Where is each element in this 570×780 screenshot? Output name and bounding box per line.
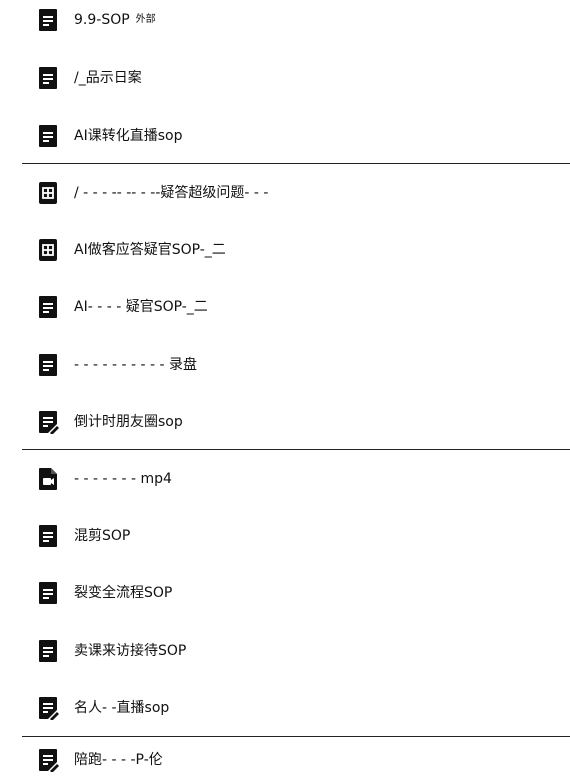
doc-icon (36, 639, 60, 663)
divider (22, 449, 570, 450)
doc-icon (36, 524, 60, 548)
doc-pen-icon (36, 748, 60, 772)
file-name: 混剪SOP (74, 528, 131, 544)
file-name: AI- - - - 疑官SOP-_二 (74, 299, 208, 315)
doc-icon (36, 353, 60, 377)
file-row[interactable]: 陪跑- - - -P-伦 (0, 740, 570, 780)
video-icon (36, 467, 60, 491)
table-icon (36, 238, 60, 262)
file-row[interactable]: AI做客应答疑官SOP-_二 (0, 230, 570, 270)
file-row[interactable]: / - - - -- -- - --疑答超级问题- - - (0, 173, 570, 213)
file-row[interactable]: 9.9-SOP 外部 (0, 0, 570, 40)
file-name: 名人- -直播sop (74, 700, 170, 716)
file-name: 9.9-SOP 外部 (74, 12, 156, 28)
doc-icon (36, 581, 60, 605)
file-name: /_品示日案 (74, 70, 142, 86)
file-row[interactable]: 名人- -直播sop (0, 688, 570, 728)
doc-icon (36, 66, 60, 90)
file-row[interactable]: AI课转化直播sop (0, 116, 570, 156)
file-row[interactable]: - - - - - - - - - - 录盘 (0, 345, 570, 385)
file-row[interactable]: - - - - - - - mp4 (0, 459, 570, 499)
file-row[interactable]: /_品示日案 (0, 58, 570, 98)
divider (22, 736, 570, 737)
file-name: - - - - - - - - - - 录盘 (74, 357, 198, 373)
file-row[interactable]: 混剪SOP (0, 516, 570, 556)
file-name: AI课转化直播sop (74, 128, 183, 144)
file-tag: 外部 (135, 14, 156, 25)
doc-icon (36, 124, 60, 148)
doc-pen-icon (36, 410, 60, 434)
file-name: AI做客应答疑官SOP-_二 (74, 242, 226, 258)
table-icon (36, 181, 60, 205)
file-name: 卖课来访接待SOP (74, 643, 187, 659)
file-name: 裂变全流程SOP (74, 585, 173, 601)
file-row[interactable]: AI- - - - 疑官SOP-_二 (0, 287, 570, 327)
doc-icon (36, 8, 60, 32)
file-name: 倒计时朋友圈sop (74, 414, 183, 430)
file-name: / - - - -- -- - --疑答超级问题- - - (74, 185, 269, 201)
divider (22, 163, 570, 164)
file-list: 9.9-SOP 外部 /_品示日案 AI课转化直播sop / - - - -- -… (0, 0, 570, 780)
file-row[interactable]: 裂变全流程SOP (0, 573, 570, 613)
file-row[interactable]: 倒计时朋友圈sop (0, 402, 570, 442)
doc-icon (36, 295, 60, 319)
doc-pen-icon (36, 696, 60, 720)
file-row[interactable]: 卖课来访接待SOP (0, 631, 570, 671)
file-name: - - - - - - - mp4 (74, 471, 172, 487)
file-name: 陪跑- - - -P-伦 (74, 752, 163, 768)
